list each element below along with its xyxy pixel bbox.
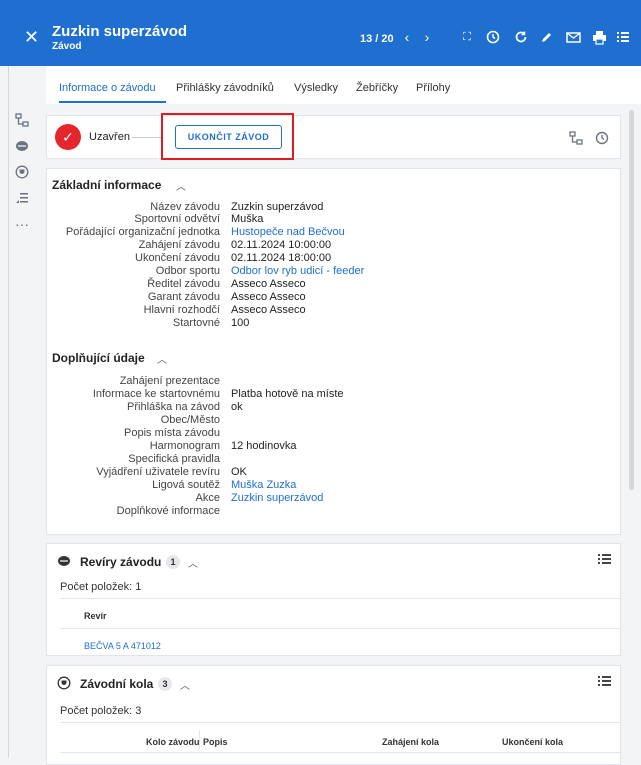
tab-bar: Informace o závodu Přihlášky závodníků V… [46, 66, 641, 104]
field-value: 02.11.2024 10:00:00 [231, 239, 332, 251]
reviry-count-badge: 1 [166, 555, 180, 569]
event-link[interactable]: Zuzkin superzávod [231, 492, 323, 504]
highlight-box [161, 113, 294, 160]
tab-informace[interactable]: Informace o závodu [59, 82, 156, 94]
table-divider [60, 628, 620, 629]
kola-count-text: Počet položek: 3 [60, 705, 142, 717]
kola-count-badge: 3 [158, 677, 172, 691]
tab-prihlasky[interactable]: Přihlášky závodníků [176, 82, 274, 94]
field-label: Startovné [172, 317, 220, 329]
field-label: Ředitel závodu [147, 278, 220, 290]
league-link[interactable]: Muška Zuzka [231, 479, 296, 491]
active-tab-indicator [59, 101, 166, 103]
mail-icon[interactable] [564, 28, 582, 46]
field-label: Popis místa závodu [124, 427, 220, 439]
field-label: Pořádající organizační jednotka [65, 226, 220, 238]
field-label: Ligová soutěž [152, 479, 220, 491]
check-icon: ✓ [55, 124, 81, 150]
chevron-up-icon[interactable]: ︿ [188, 555, 198, 570]
field-value: 02.11.2024 18:00:00 [231, 252, 332, 264]
close-icon[interactable]: ✕ [24, 28, 39, 46]
field-label: Ukončení závodu [135, 252, 220, 264]
ranking-icon[interactable] [14, 190, 30, 206]
column-header[interactable]: Ukončení kola [502, 737, 563, 747]
column-header[interactable]: Revír [84, 611, 107, 621]
field-label: Vyjádření uživatele revíru [96, 466, 220, 478]
chevron-left-icon[interactable]: ‹ [398, 28, 416, 46]
record-subtitle: Závod [52, 41, 82, 52]
field-label: Zahájení závodu [138, 239, 220, 251]
field-value: Zuzkin superzávod [231, 201, 324, 213]
column-header[interactable]: Popis [203, 737, 228, 747]
field-value: OK [231, 466, 247, 478]
column-header[interactable]: Zahájení kola [382, 737, 439, 747]
field-value: Platba hotově na míste [231, 388, 344, 400]
chevron-up-icon[interactable]: ︿ [157, 351, 167, 366]
record-counter: 13 / 20 [360, 33, 394, 45]
window-border [8, 66, 9, 758]
column-divider[interactable] [199, 730, 200, 750]
record-title: Zuzkin superzávod [52, 23, 188, 40]
chevron-up-icon[interactable]: ︿ [180, 677, 190, 692]
table-divider [60, 752, 620, 753]
field-value: 12 hodinovka [231, 440, 297, 452]
field-label: Doplňkové informace [116, 505, 220, 517]
basic-info-title: Základní informace [52, 178, 162, 192]
table-divider [60, 598, 620, 599]
more-icon[interactable]: ··· [14, 216, 30, 232]
field-value: Asseco Asseco [231, 304, 306, 316]
workflow-icon[interactable] [568, 130, 584, 146]
column-header[interactable]: Kolo závodu [146, 737, 200, 747]
status-connector [132, 137, 162, 138]
reviry-title: Revíry závodu [80, 555, 162, 569]
field-value: Asseco Asseco [231, 291, 306, 303]
sport-dept-link[interactable]: Odbor lov ryb udicí - feeder [231, 265, 364, 277]
fullscreen-icon[interactable]: ⛶ [458, 28, 476, 46]
fish-icon [56, 553, 72, 569]
field-label: Sportovní odvětví [134, 213, 220, 225]
field-label: Harmonogram [149, 440, 220, 452]
fish-icon[interactable] [14, 138, 30, 154]
field-label: Zahájení prezentace [119, 375, 220, 387]
workflow-icon[interactable] [14, 112, 30, 128]
print-icon[interactable] [590, 28, 608, 46]
field-value: Asseco Asseco [231, 278, 306, 290]
field-label: Hlavní rozhodčí [143, 304, 220, 316]
field-label: Informace ke startovnému [92, 388, 220, 400]
reviry-count-text: Počet položek: 1 [60, 581, 142, 593]
field-label: Název závodu [150, 201, 220, 213]
history-icon[interactable] [484, 28, 502, 46]
table-divider [60, 722, 620, 723]
chevron-right-icon[interactable]: › [418, 28, 436, 46]
field-value: Muška [231, 213, 264, 225]
org-unit-link[interactable]: Hustopeče nad Bečvou [231, 226, 345, 238]
app-header: ✕ Zuzkin superzávod Závod 13 / 20 ‹ › ⛶ [0, 0, 641, 66]
trophy-icon[interactable] [14, 164, 30, 180]
trophy-icon [56, 675, 72, 691]
field-value: 100 [231, 317, 250, 329]
side-rail: ··· [10, 104, 40, 758]
field-label: Obec/Město [160, 414, 220, 426]
tab-vysledky[interactable]: Výsledky [294, 82, 338, 94]
tab-zebricky[interactable]: Žebříčky [356, 82, 398, 94]
revir-link[interactable]: BEČVA 5 A 471012 [84, 641, 161, 651]
list-icon[interactable] [614, 28, 632, 46]
list-view-icon[interactable] [598, 675, 611, 690]
scrollbar-thumb[interactable] [629, 110, 634, 490]
edit-icon[interactable] [538, 28, 556, 46]
field-label: Akce [195, 492, 220, 504]
field-label: Specifická pravidla [128, 453, 220, 465]
chevron-up-icon[interactable]: ︿ [176, 178, 186, 193]
kola-title: Závodní kola [80, 677, 154, 691]
extra-info-title: Doplňující údaje [52, 351, 145, 365]
refresh-icon[interactable] [512, 28, 530, 46]
status-label: Uzavřen [89, 131, 130, 143]
field-value: ok [231, 401, 243, 413]
field-label: Garant závodu [147, 291, 220, 303]
list-view-icon[interactable] [598, 553, 611, 568]
history-icon[interactable] [594, 130, 610, 146]
tab-prilohy[interactable]: Přílohy [416, 82, 450, 94]
field-label: Odbor sportu [155, 265, 220, 277]
field-label: Přihláška na závod [127, 401, 220, 413]
